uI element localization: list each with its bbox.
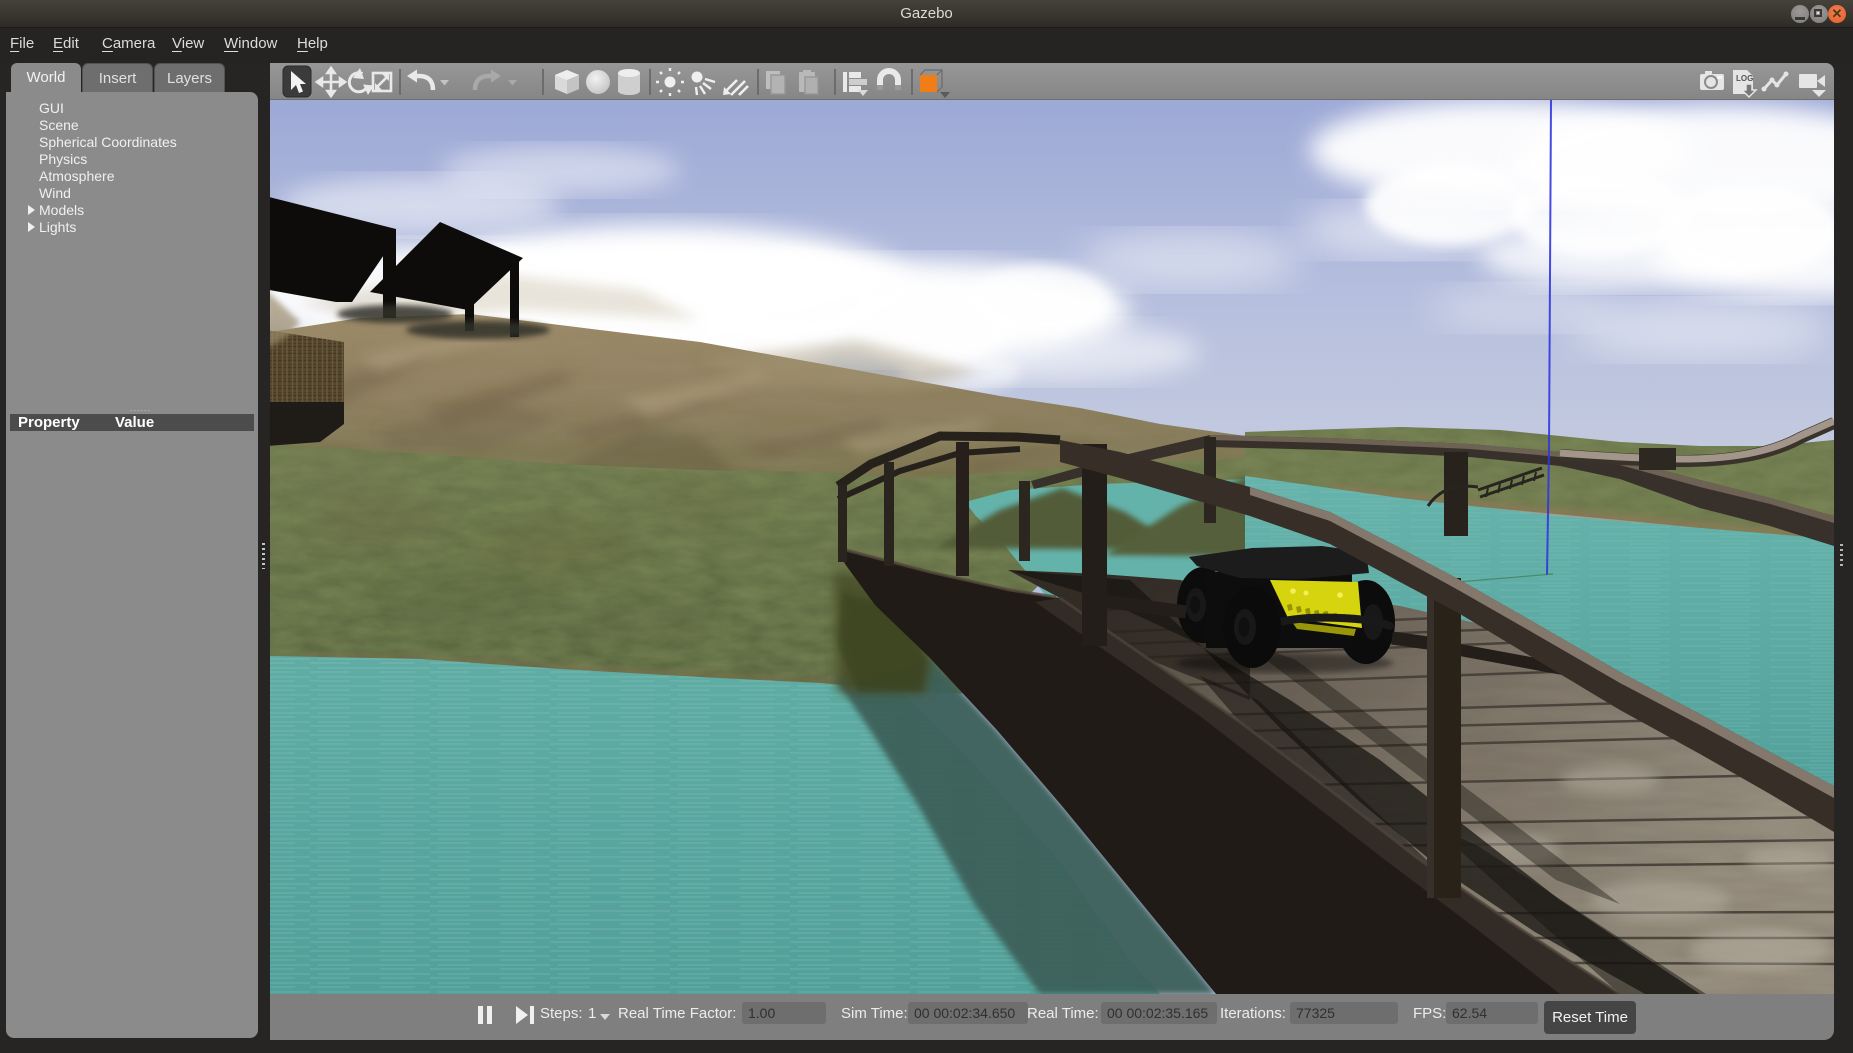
svg-text:LOG: LOG bbox=[1736, 74, 1753, 83]
